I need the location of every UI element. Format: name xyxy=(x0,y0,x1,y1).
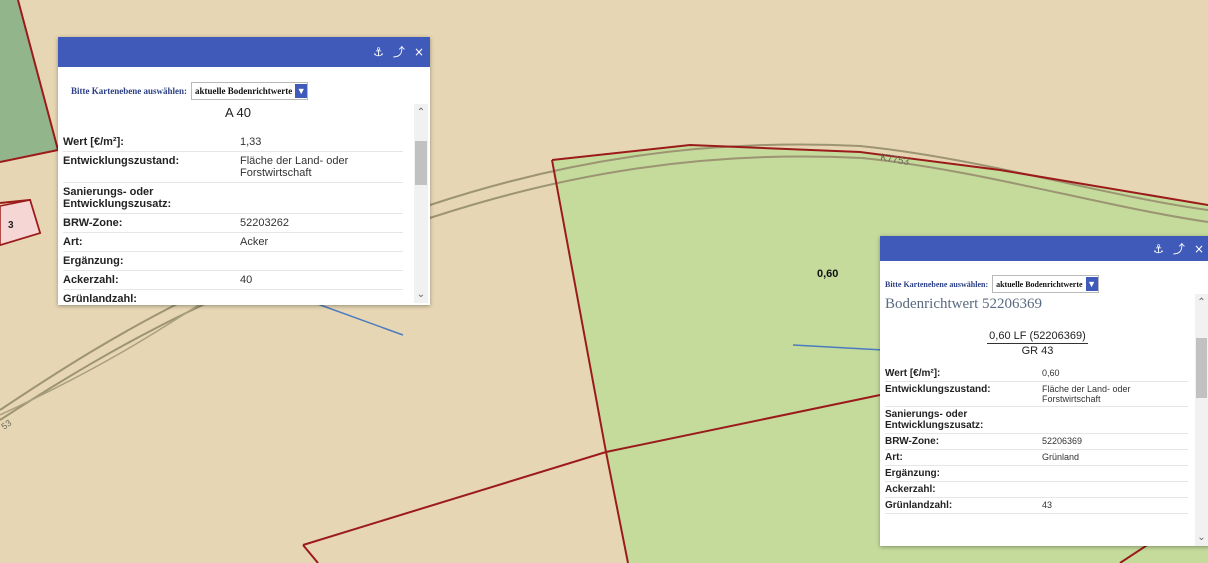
unpin-icon[interactable]: ⤴ xyxy=(1173,243,1185,255)
table-row: Art: Grünland xyxy=(885,449,1188,466)
popup-title: Bodenrichtwert 52206369 xyxy=(885,296,1043,312)
scrollbar-thumb[interactable] xyxy=(415,141,427,185)
table-row: Grünlandzahl: 43 xyxy=(885,497,1188,514)
attr-value: 1,33 xyxy=(240,133,403,152)
attr-key: Wert [€/m²]: xyxy=(63,133,240,152)
table-row: Grünlandzahl: xyxy=(63,289,403,303)
attr-key: Sanierungs- oder Entwicklungszusatz: xyxy=(885,406,1042,434)
table-row: Entwicklungszustand: Fläche der Land- ode… xyxy=(63,151,403,183)
attr-key: Art: xyxy=(63,232,240,252)
attr-key: Ergänzung: xyxy=(63,251,240,271)
scroll-up-icon[interactable]: ⌃ xyxy=(1195,297,1208,308)
table-row: BRW-Zone: 52206369 xyxy=(885,433,1188,450)
formula-bottom: GR 43 xyxy=(1021,345,1054,357)
formula-top: 0,60 LF (52206369) xyxy=(987,330,1088,344)
popup-header: ⚓ ⤴ × xyxy=(880,236,1208,261)
layer-select[interactable]: aktuelle Bodenrichtwerte ▼ xyxy=(992,275,1099,293)
attr-key: Entwicklungszustand: xyxy=(63,151,240,183)
attr-value: Fläche der Land- oder Forstwirtschaft xyxy=(1042,381,1188,407)
table-row: Sanierungs- oder Entwicklungszusatz: xyxy=(885,406,1188,434)
attr-value: 52206369 xyxy=(1042,433,1188,450)
attr-key: Sanierungs- oder Entwicklungszusatz: xyxy=(63,182,240,214)
attribute-table: Wert [€/m²]: 0,60 Entwicklungszustand: Flä… xyxy=(885,366,1188,514)
attr-key: BRW-Zone: xyxy=(885,433,1042,450)
anchor-icon[interactable]: ⚓ xyxy=(1153,243,1164,255)
popup-content: Bodenrichtwert 52206369 0,60 LF (5220636… xyxy=(885,294,1190,546)
table-row: Sanierungs- oder Entwicklungszusatz: xyxy=(63,182,403,214)
layer-selector-row: Bitte Kartenebene auswählen: aktuelle Bo… xyxy=(885,275,1099,293)
scroll-up-icon[interactable]: ⌃ xyxy=(414,107,428,118)
table-row: BRW-Zone: 52203262 xyxy=(63,213,403,233)
popup-header: ⚓ ⤴ × xyxy=(58,37,430,67)
attr-key: Ergänzung: xyxy=(885,465,1042,482)
table-row: Ergänzung: xyxy=(885,465,1188,482)
unpin-icon[interactable]: ⤴ xyxy=(393,46,405,58)
attr-value xyxy=(240,289,403,303)
value-label: 0,60 xyxy=(817,268,838,280)
scroll-down-icon[interactable]: ⌄ xyxy=(414,289,428,300)
layer-selector-row: Bitte Kartenebene auswählen: aktuelle Bo… xyxy=(71,82,309,100)
attr-value xyxy=(1042,481,1188,498)
attr-value: 52203262 xyxy=(240,213,403,233)
scroll-down-icon[interactable]: ⌄ xyxy=(1195,532,1208,543)
attr-value xyxy=(240,182,403,214)
close-icon[interactable]: × xyxy=(414,46,424,58)
attr-key: Wert [€/m²]: xyxy=(885,366,1042,382)
attr-key: Art: xyxy=(885,449,1042,466)
attr-value: 43 xyxy=(1042,497,1188,514)
attr-value: 40 xyxy=(240,270,403,290)
attr-value: Fläche der Land- oder Forstwirtschaft xyxy=(240,151,403,183)
attr-key: Ackerzahl: xyxy=(63,270,240,290)
attr-value: Acker xyxy=(240,232,403,252)
layer-select[interactable]: aktuelle Bodenrichtwerte ▼ xyxy=(191,82,309,100)
scrollbar[interactable]: ⌃ ⌄ xyxy=(1195,294,1208,546)
attr-value xyxy=(240,251,403,271)
table-row: Entwicklungszustand: Fläche der Land- ode… xyxy=(885,381,1188,407)
layer-select-label: Bitte Kartenebene auswählen: xyxy=(71,86,187,96)
attr-value: 0,60 xyxy=(1042,366,1188,382)
chevron-down-icon[interactable]: ▼ xyxy=(1085,277,1098,291)
attr-key: Grünlandzahl: xyxy=(885,497,1042,514)
scrollbar-thumb[interactable] xyxy=(1196,338,1207,398)
popup-content: A 40 Wert [€/m²]: 1,33 Entwicklungszustan… xyxy=(63,104,413,303)
parcel-label-3: 3 xyxy=(8,220,14,231)
table-row: Ackerzahl: xyxy=(885,481,1188,498)
info-popup-right: ⚓ ⤴ × Bitte Kartenebene auswählen: aktue… xyxy=(880,236,1208,546)
attr-key: BRW-Zone: xyxy=(63,213,240,233)
layer-select-value: aktuelle Bodenrichtwerte xyxy=(996,279,1083,289)
table-row: Ackerzahl: 40 xyxy=(63,270,403,290)
attribute-table: Wert [€/m²]: 1,33 Entwicklungszustand: Flä… xyxy=(63,133,403,303)
attr-value xyxy=(1042,465,1188,482)
table-row: Ergänzung: xyxy=(63,251,403,271)
attr-key: Ackerzahl: xyxy=(885,481,1042,498)
popup-title: A 40 xyxy=(224,105,252,120)
anchor-icon[interactable]: ⚓ xyxy=(373,46,384,58)
attr-value xyxy=(1042,406,1188,434)
layer-select-value: aktuelle Bodenrichtwerte xyxy=(195,86,293,96)
chevron-down-icon[interactable]: ▼ xyxy=(295,84,308,98)
table-row: Wert [€/m²]: 0,60 xyxy=(885,366,1188,382)
attr-key: Entwicklungszustand: xyxy=(885,381,1042,407)
brw-formula: 0,60 LF (52206369) GR 43 xyxy=(885,330,1190,357)
table-row: Wert [€/m²]: 1,33 xyxy=(63,133,403,152)
attr-value: Grünland xyxy=(1042,449,1188,466)
scrollbar[interactable]: ⌃ ⌄ xyxy=(414,104,428,303)
close-icon[interactable]: × xyxy=(1194,243,1204,255)
attr-key: Grünlandzahl: xyxy=(63,289,240,303)
layer-select-label: Bitte Kartenebene auswählen: xyxy=(885,279,989,289)
info-popup-left: ⚓ ⤴ × Bitte Kartenebene auswählen: aktue… xyxy=(58,37,430,305)
table-row: Art: Acker xyxy=(63,232,403,252)
